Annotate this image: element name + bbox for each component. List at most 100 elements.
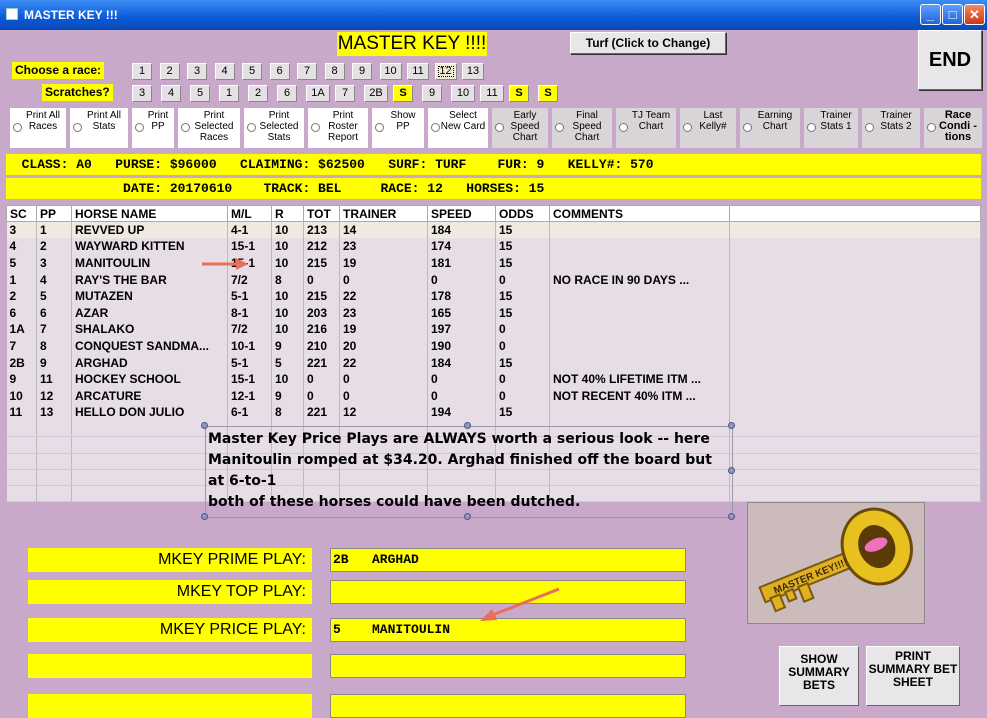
scratch-button[interactable]: 1 (219, 85, 239, 102)
table-row[interactable]: 2 5 MUTAZEN 5-1 10 215 22 178 15 (6, 287, 981, 305)
radio-icon[interactable] (375, 123, 384, 132)
scratch-button[interactable]: 11 (480, 85, 504, 102)
option-print-all-races[interactable]: Print All Races (10, 108, 66, 148)
close-icon[interactable]: ✕ (964, 4, 985, 25)
race-button[interactable]: 10 (379, 63, 402, 80)
table-row[interactable]: 1A 7 SHALAKO 7/2 10 216 19 197 0 (6, 321, 981, 338)
radio-icon[interactable] (807, 123, 816, 132)
resize-handle[interactable] (728, 422, 735, 429)
radio-icon[interactable] (683, 123, 692, 132)
table-row[interactable]: 6 6 AZAR 8-1 10 203 23 165 15 (6, 304, 981, 322)
prime-play-field[interactable]: 2B ARGHAD (330, 548, 686, 572)
column-header[interactable]: COMMENTS (549, 205, 730, 222)
column-header[interactable]: SPEED (427, 205, 496, 222)
column-header[interactable]: SC (6, 205, 37, 222)
option-earning-chart[interactable]: Earning Chart (740, 108, 800, 148)
scratch-button[interactable]: 5 (190, 85, 210, 102)
table-row[interactable]: 10 12 ARCATURE 12-1 9 0 0 0 0 NOT RECENT 40% ITM … (6, 387, 981, 405)
radio-icon[interactable] (73, 123, 82, 132)
option-last-kelly[interactable]: Last Kelly# (680, 108, 736, 148)
resize-handle[interactable] (464, 513, 471, 520)
race-button[interactable]: 2 (159, 63, 180, 80)
resize-handle[interactable] (201, 422, 208, 429)
option-tj-team-chart[interactable]: TJ Team Chart (616, 108, 676, 148)
end-button[interactable]: END (918, 30, 982, 90)
column-header[interactable]: R (271, 205, 304, 222)
radio-icon[interactable] (247, 123, 256, 132)
option-trainer-stats-1[interactable]: Trainer Stats 1 (804, 108, 858, 148)
table-row[interactable]: 53MANITOULIN15-1102151918115 (6, 254, 981, 272)
table-row[interactable]: 7 8 CONQUEST SANDMA... 10-1 9 210 20 190 0 (6, 337, 981, 355)
radio-icon[interactable] (619, 123, 628, 132)
table-row[interactable]: 2B 9 ARGHAD 5-1 5 221 22 184 15 (6, 354, 981, 371)
scratch-toggle-button[interactable]: S (393, 85, 413, 102)
option-race-condi-tions[interactable]: Race Condi -tions (924, 108, 982, 148)
race-button[interactable]: 13 (462, 63, 484, 80)
scratch-toggle-button[interactable]: S (538, 85, 558, 102)
scratch-button[interactable]: 2B (364, 85, 388, 102)
column-header[interactable]: ODDS (495, 205, 550, 222)
radio-icon[interactable] (743, 123, 752, 132)
column-header[interactable]: M/L (227, 205, 272, 222)
option-print-pp[interactable]: Print PP (132, 108, 174, 148)
scratch-button[interactable]: 6 (277, 85, 297, 102)
radio-icon[interactable] (311, 123, 320, 132)
column-header[interactable]: PP (36, 205, 72, 222)
scratch-button[interactable]: 7 (335, 85, 355, 102)
option-final-speed-chart[interactable]: Final Speed Chart (552, 108, 612, 148)
scratch-toggle-button[interactable]: S (509, 85, 529, 102)
resize-handle[interactable] (201, 513, 208, 520)
race-button[interactable]: 9 (352, 63, 372, 80)
option-select-new-card[interactable]: Select New Card (428, 108, 488, 148)
race-button[interactable]: 11 (407, 63, 429, 80)
scratch-button[interactable]: 4 (161, 85, 181, 102)
show-summary-bets-button[interactable]: SHOW SUMMARY BETS (779, 646, 859, 706)
column-header[interactable]: TRAINER (339, 205, 428, 222)
radio-icon[interactable] (495, 123, 504, 132)
resize-handle[interactable] (464, 422, 471, 429)
radio-icon[interactable] (431, 123, 440, 132)
column-header[interactable]: HORSE NAME (71, 205, 228, 222)
scratch-button[interactable]: 3 (132, 85, 152, 102)
annotation-note[interactable]: Master Key Price Plays are ALWAYS worth … (201, 422, 735, 520)
column-header[interactable]: TOT (303, 205, 340, 222)
resize-handle[interactable] (728, 467, 735, 474)
table-row[interactable]: 9 11 HOCKEY SCHOOL 15-1 10 0 0 0 0 NOT 40% LIFETI… (6, 370, 981, 388)
race-button[interactable]: 4 (214, 63, 235, 80)
race-button[interactable]: 3 (187, 63, 207, 80)
minimize-icon[interactable]: _ (920, 4, 941, 25)
scratch-button[interactable]: 10 (451, 85, 475, 102)
table-row[interactable]: 11 13 HELLO DON JULIO 6-1 8 221 12 194 15 (6, 404, 981, 421)
radio-icon[interactable] (927, 123, 936, 132)
option-print-all-stats[interactable]: Print All Stats (70, 108, 128, 148)
radio-icon[interactable] (865, 123, 874, 132)
maximize-icon[interactable]: □ (942, 4, 963, 25)
scratch-button[interactable]: 1A (306, 85, 330, 102)
resize-handle[interactable] (728, 513, 735, 520)
extra-play-field-1[interactable] (330, 654, 686, 678)
extra-play-field-2[interactable] (330, 694, 686, 718)
race-button[interactable]: 5 (242, 63, 262, 80)
table-row[interactable]: 4 2 WAYWARD KITTEN 15-1 10 212 23 174 15 (6, 238, 981, 255)
race-button[interactable]: 12 (434, 63, 457, 80)
race-button[interactable]: 6 (269, 63, 290, 80)
race-button[interactable]: 8 (324, 63, 345, 80)
option-print-selected-stats[interactable]: Print Selected Stats (244, 108, 304, 148)
option-print-selected-races[interactable]: Print Selected Races (178, 108, 240, 148)
radio-icon[interactable] (181, 123, 190, 132)
radio-icon[interactable] (135, 123, 144, 132)
race-button[interactable]: 1 (132, 63, 152, 80)
turf-toggle-button[interactable]: Turf (Click to Change) (570, 32, 726, 54)
scratch-button[interactable]: 2 (248, 85, 268, 102)
option-print-roster-report[interactable]: Print Roster Report (308, 108, 368, 148)
radio-icon[interactable] (13, 123, 22, 132)
radio-icon[interactable] (555, 123, 564, 132)
table-row[interactable]: 3 1 REVVED UP 4-1 10 213 14 184 15 (6, 221, 981, 239)
option-show-pp[interactable]: Show PP (372, 108, 424, 148)
scratch-button[interactable]: 9 (422, 85, 442, 102)
option-early-speed-chart[interactable]: Early Speed Chart (492, 108, 548, 148)
option-trainer-stats-2[interactable]: Trainer Stats 2 (862, 108, 920, 148)
table-row[interactable]: 1 4 RAY'S THE BAR 7/2 8 0 0 0 0 NO RACE IN 90 DAY… (6, 271, 981, 288)
print-summary-bet-sheet-button[interactable]: PRINT SUMMARY BET SHEET (866, 646, 960, 706)
race-button[interactable]: 7 (297, 63, 317, 80)
